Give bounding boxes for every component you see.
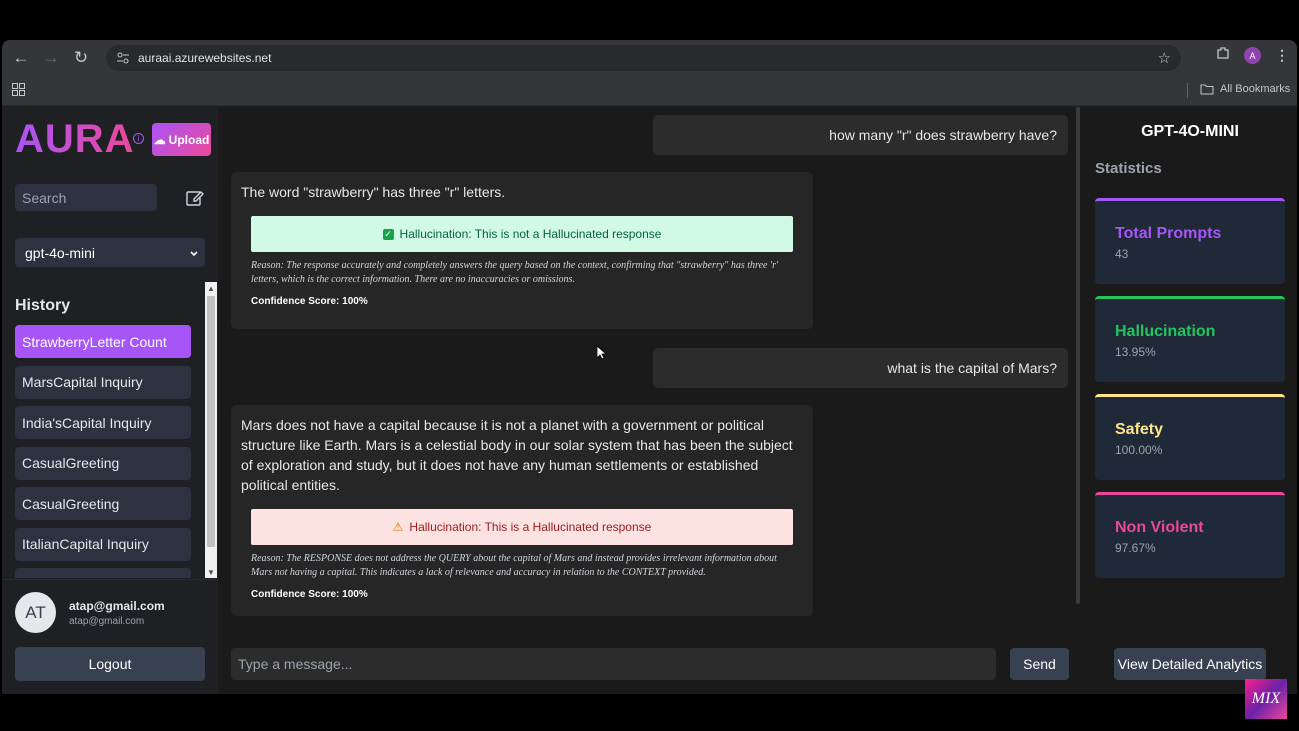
chat-panel: how many "r" does strawberry have? The w… [218, 107, 1080, 694]
stat-value: 100.00% [1115, 443, 1163, 457]
all-bookmarks-button[interactable]: All Bookmarks [1200, 83, 1290, 95]
scroll-up-icon[interactable]: ▲ [207, 284, 215, 293]
assistant-message-text: Mars does not have a capital because it … [241, 417, 793, 493]
bookmarks-divider [1187, 83, 1188, 98]
search-input[interactable] [15, 184, 157, 211]
view-analytics-button[interactable]: View Detailed Analytics [1114, 648, 1266, 680]
upload-label: Upload [168, 132, 210, 147]
model-select[interactable]: gpt-4o-mini [15, 238, 205, 267]
logout-button[interactable]: Logout [15, 647, 205, 681]
apps-grid-icon[interactable] [12, 83, 25, 101]
verdict-reason: Reason: The RESPONSE does not address th… [251, 553, 777, 578]
history-scrollbar[interactable]: ▲ ▼ [205, 282, 217, 578]
user-message: how many "r" does strawberry have? [653, 115, 1068, 155]
back-icon[interactable]: ← [6, 43, 36, 73]
all-bookmarks-label: All Bookmarks [1220, 83, 1291, 95]
verdict-text: Hallucination: This is a Hallucinated re… [409, 520, 652, 534]
info-icon[interactable]: i [133, 133, 144, 144]
chevron-down-icon [189, 246, 199, 262]
address-bar[interactable]: auraai.azurewebsites.net ☆ [106, 45, 1181, 71]
confidence-score: Confidence Score: 100% [251, 296, 368, 307]
history-item[interactable]: CasualGreeting [15, 487, 191, 520]
bookmark-star-icon[interactable]: ☆ [1158, 49, 1171, 67]
history-item[interactable]: India'sCapital Inquiry [15, 406, 191, 439]
model-select-value: gpt-4o-mini [25, 244, 96, 261]
history-item[interactable]: StrawberryLetter Count [15, 325, 191, 358]
screen: ← → ↻ auraai.azurewebsites.net ☆ A ⋮ All… [0, 0, 1299, 731]
assistant-message: Mars does not have a capital because it … [231, 405, 813, 616]
confidence-score: Confidence Score: 100% [251, 589, 368, 600]
watermark-logo: MIX [1245, 679, 1287, 719]
user-name: atap@gmail.com [69, 599, 165, 613]
sidebar: AURA i ☁ Upload gpt-4o-mini History [2, 107, 218, 694]
url-text: auraai.azurewebsites.net [138, 51, 272, 65]
assistant-message-text: The word "strawberry" has three "r" lett… [241, 184, 506, 200]
stat-card-safety: Safety 100.00% [1095, 394, 1285, 480]
stat-value: 43 [1115, 247, 1129, 261]
toolbar-actions: A ⋮ [1216, 46, 1289, 65]
stat-card-total-prompts: Total Prompts 43 [1095, 198, 1285, 284]
verdict-reason: Reason: The response accurately and comp… [251, 260, 779, 285]
reload-icon[interactable]: ↻ [66, 43, 96, 73]
upload-button[interactable]: ☁ Upload [152, 123, 211, 156]
stat-card-non-violent: Non Violent 97.67% [1095, 492, 1285, 578]
scroll-thumb[interactable] [207, 296, 215, 547]
site-settings-icon[interactable] [110, 52, 136, 64]
browser-toolbar: ← → ↻ auraai.azurewebsites.net ☆ A ⋮ [2, 40, 1297, 76]
user-message: what is the capital of Mars? [653, 348, 1068, 388]
assistant-message: The word "strawberry" has three "r" lett… [231, 172, 813, 329]
check-icon: ✓ [382, 228, 394, 240]
history-item-partial[interactable] [15, 568, 191, 578]
app-logo: AURA [15, 117, 135, 161]
scroll-down-icon[interactable]: ▼ [207, 568, 215, 577]
new-chat-edit-icon[interactable] [186, 189, 204, 212]
stat-value: 97.67% [1115, 541, 1156, 555]
user-email: atap@gmail.com [69, 616, 145, 627]
aura-app: AURA i ☁ Upload gpt-4o-mini History [2, 107, 1297, 694]
history-item[interactable]: MarsCapital Inquiry [15, 365, 191, 399]
stat-value: 13.95% [1115, 345, 1156, 359]
folder-icon [1200, 84, 1214, 94]
message-input[interactable] [231, 648, 996, 680]
history-title: History [15, 297, 71, 314]
history-item[interactable]: CasualGreeting [15, 446, 191, 480]
hallucination-verdict: ✓ Hallucination: This is not a Hallucina… [251, 216, 793, 252]
stats-panel: GPT-4O-MINI Statistics Total Prompts 43 … [1080, 107, 1297, 694]
verdict-text: Hallucination: This is not a Hallucinate… [399, 227, 662, 241]
cloud-upload-icon: ☁ [153, 132, 166, 147]
hallucination-verdict: ⚠ Hallucination: This is a Hallucinated … [251, 509, 793, 545]
browser-window: ← → ↻ auraai.azurewebsites.net ☆ A ⋮ All… [2, 40, 1297, 694]
user-avatar: AT [15, 592, 56, 633]
stat-label: Hallucination [1115, 323, 1216, 340]
send-button[interactable]: Send [1010, 648, 1069, 680]
statistics-heading: Statistics [1095, 160, 1162, 177]
extensions-icon[interactable] [1216, 46, 1230, 65]
stat-label: Safety [1115, 421, 1164, 438]
stat-label: Non Violent [1115, 519, 1204, 536]
forward-icon[interactable]: → [36, 43, 66, 73]
history-list: StrawberryLetter Count MarsCapital Inqui… [15, 325, 193, 578]
stats-model-title: GPT-4O-MINI [1141, 123, 1239, 140]
history-item[interactable]: ItalianCapital Inquiry [15, 527, 191, 561]
user-divider [2, 579, 218, 580]
bookmarks-bar: All Bookmarks [2, 76, 1297, 106]
stat-label: Total Prompts [1115, 225, 1222, 242]
warning-icon: ⚠ [392, 520, 404, 534]
profile-avatar[interactable]: A [1244, 47, 1261, 64]
mouse-cursor-icon [596, 345, 608, 365]
stat-card-hallucination: Hallucination 13.95% [1095, 296, 1285, 382]
menu-kebab-icon[interactable]: ⋮ [1275, 47, 1289, 64]
